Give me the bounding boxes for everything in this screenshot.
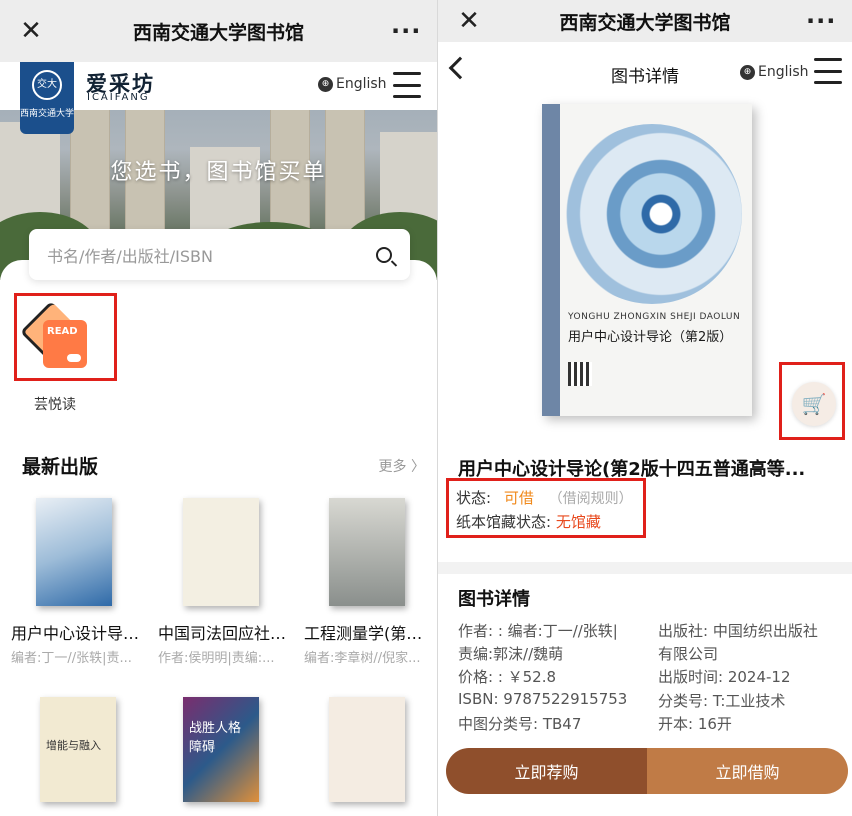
cover-text: 战胜人格障碍 [189, 721, 242, 755]
cover-title: 用户中心设计导论（第2版） [568, 330, 733, 345]
more-dots-icon[interactable]: ··· [806, 9, 836, 33]
site-header: 交大 西南交通大学 爱采坊 ICAIFANG ⊕ English [0, 62, 437, 134]
close-icon[interactable]: ✕ [454, 8, 484, 34]
holding-value: 无馆藏 [555, 513, 601, 531]
pubdate-field: 出版时间: 2024-12 [658, 668, 791, 686]
author-field: 作者: : 编者:丁一//张轶| [458, 622, 618, 640]
book-cover[interactable] [329, 498, 405, 606]
read-app-highlight[interactable]: READ [14, 293, 117, 381]
book-title[interactable]: 中国司法回应社会... [158, 620, 288, 644]
isbn-field: ISBN: 9787522915753 [458, 690, 628, 708]
more-link[interactable]: 更多 〉 [379, 456, 425, 476]
wechat-titlebar: ✕ 西南交通大学图书馆 ··· [438, 0, 852, 42]
detail-heading: 图书详情 [458, 589, 530, 610]
globe-icon: ⊕ [318, 76, 333, 92]
language-switch[interactable]: ⊕ English [740, 64, 809, 80]
book-author: 作者:侯明明|责编:... [158, 651, 275, 666]
book-author: 编者:李章树//倪家... [304, 651, 421, 666]
search-placeholder: 书名/作者/出版社/ISBN [47, 246, 213, 266]
book-cover[interactable] [36, 498, 112, 606]
read-app-icon[interactable]: READ [19, 300, 87, 368]
borrow-button[interactable]: 立即借购 [647, 748, 848, 794]
search-bar[interactable]: 书名/作者/出版社/ISBN [29, 229, 410, 280]
recommend-button[interactable]: 立即荐购 [446, 748, 647, 794]
publisher-field: 出版社: 中国纺织出版社 [658, 622, 818, 640]
language-switch[interactable]: ⊕ English [318, 76, 387, 92]
book-title[interactable]: 用户中心设计导论(第2版) [11, 620, 141, 644]
slogan: 您选书，图书馆买单 [110, 160, 327, 185]
hamburger-menu-icon[interactable] [393, 72, 421, 98]
language-label: English [336, 76, 387, 92]
book-cover[interactable] [183, 498, 259, 606]
read-badge: READ [47, 326, 78, 337]
status-value: 可借 [503, 489, 534, 507]
status-row: 状态: 可借 （借阅规则） [456, 487, 633, 508]
book-cover[interactable] [329, 697, 405, 802]
status-label: 状态: [456, 489, 492, 507]
section-gap [438, 562, 852, 574]
action-bar: 立即荐购 立即借购 [446, 748, 848, 794]
detail-navbar: 图书详情 ⊕ English [438, 42, 852, 104]
wechat-titlebar: ✕ 西南交通大学图书馆 ··· [0, 0, 437, 62]
borrow-rules-link[interactable]: （借阅规则） [549, 491, 633, 507]
publisher-field-cont: 有限公司 [658, 645, 719, 663]
close-icon[interactable]: ✕ [16, 18, 46, 44]
school-logo[interactable]: 交大 西南交通大学 [20, 62, 74, 134]
cover-swirl-art [562, 124, 742, 304]
school-signature: 西南交通大学 [20, 109, 75, 119]
editor-field: 责编:郭沫//魏萌 [458, 645, 564, 663]
language-label: English [758, 64, 809, 80]
cart-icon[interactable]: 🛒 [792, 382, 836, 426]
search-icon[interactable] [376, 246, 392, 263]
book-cover[interactable]: 战胜人格障碍 [183, 697, 259, 802]
clc-field: 中图分类号: TB47 [458, 715, 582, 733]
more-dots-icon[interactable]: ··· [391, 19, 421, 43]
cloud-icon [67, 354, 81, 362]
cart-highlight[interactable]: 🛒 [779, 362, 845, 440]
category-field: 分类号: T:工业技术 [658, 692, 786, 710]
wechat-title: 西南交通大学图书馆 [132, 21, 304, 44]
format-field: 开本: 16开 [658, 715, 732, 733]
qr-code-icon [568, 362, 592, 386]
cover-text: 增能与融入 [46, 739, 101, 752]
holding-label: 纸本馆藏状态: [456, 513, 552, 531]
book-author: 编者:丁一//张轶|责... [11, 651, 132, 666]
right-screen: ✕ 西南交通大学图书馆 ··· 图书详情 ⊕ English YONGHU ZH… [438, 0, 852, 816]
price-field: 价格: : ￥52.8 [458, 668, 557, 686]
wechat-title: 西南交通大学图书馆 [559, 11, 731, 34]
brand-subtitle: ICAIFANG [87, 92, 150, 103]
section-title: 最新出版 [22, 456, 99, 478]
book-cover-large: YONGHU ZHONGXIN SHEJI DAOLUN 用户中心设计导论（第2… [542, 104, 752, 416]
emblem-icon: 交大 [32, 70, 62, 100]
book-cover[interactable]: 增能与融入 [40, 697, 116, 802]
globe-icon: ⊕ [740, 64, 755, 80]
book-title[interactable]: 工程测量学(第二版) [304, 620, 434, 644]
hamburger-menu-icon[interactable] [814, 58, 842, 84]
holding-row: 纸本馆藏状态: 无馆藏 [456, 511, 601, 532]
left-screen: ✕ 西南交通大学图书馆 ··· 您选书，图书馆买单 交大 西南交通大学 爱采坊 … [0, 0, 437, 816]
cover-pinyin: YONGHU ZHONGXIN SHEJI DAOLUN [568, 312, 741, 322]
cover-spine [542, 104, 560, 416]
read-app-label: 芸悦读 [34, 397, 76, 413]
